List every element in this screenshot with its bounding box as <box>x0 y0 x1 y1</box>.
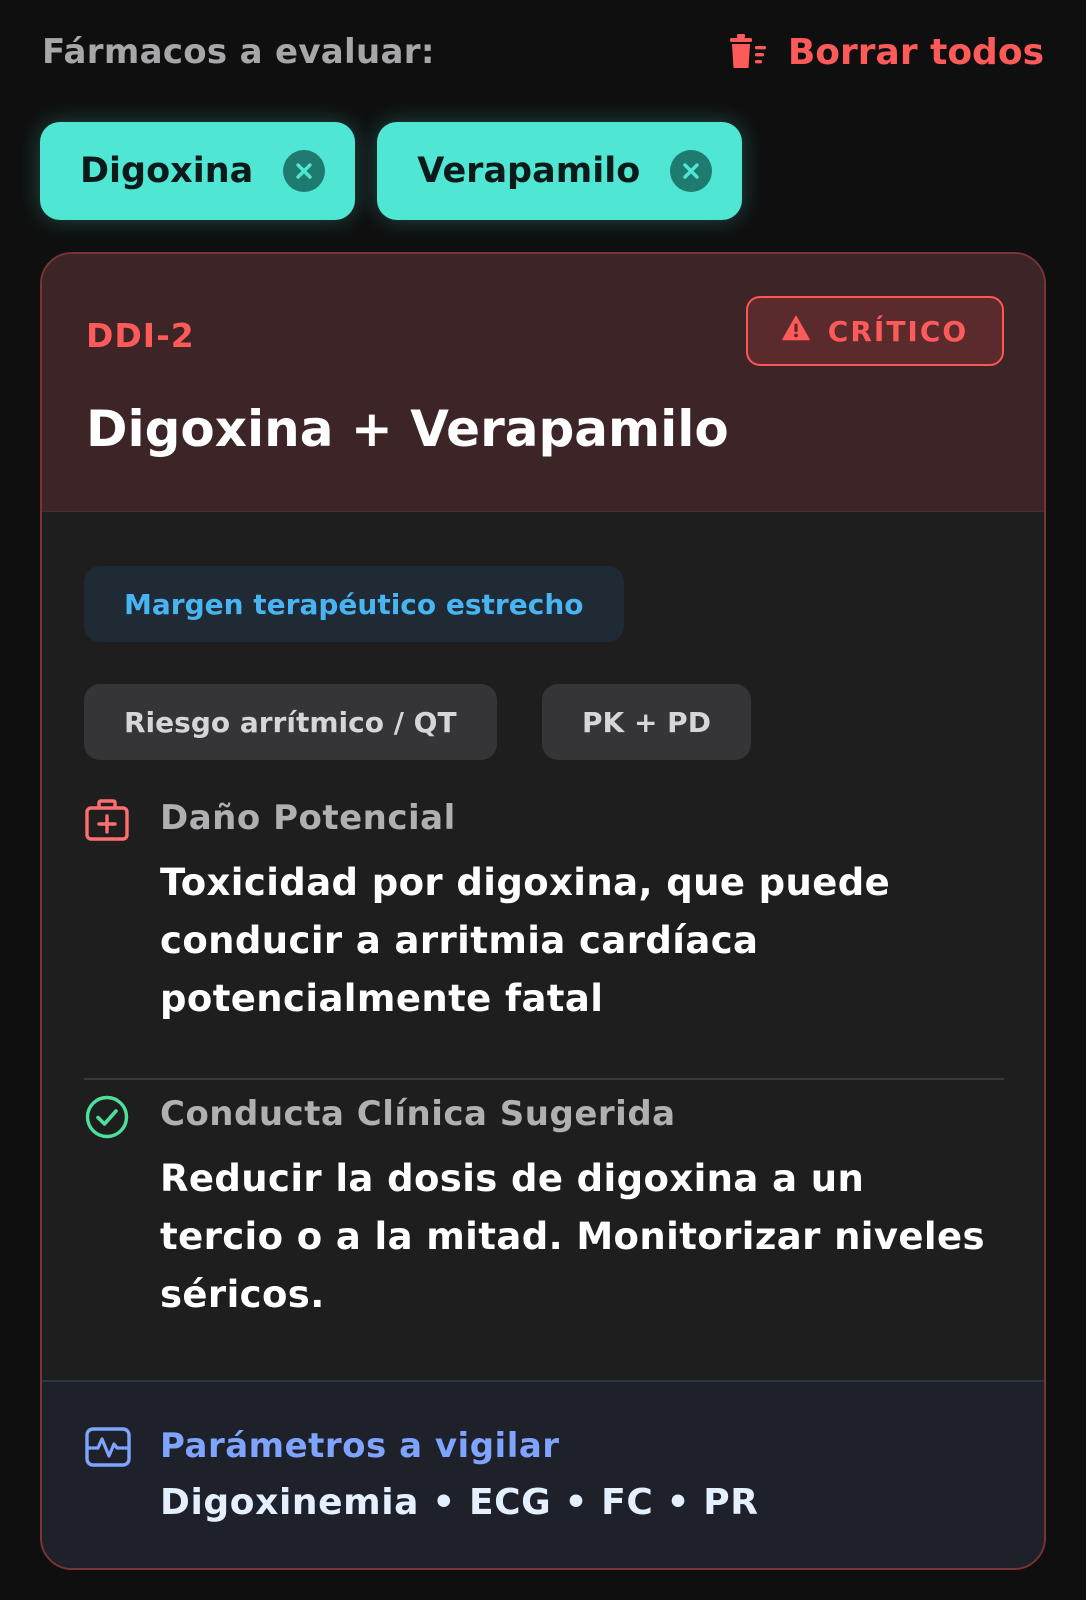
trash-icon <box>728 34 768 70</box>
potential-harm-section: Daño Potencial Toxicidad por digoxina, q… <box>84 798 1004 1038</box>
monitoring-section: Parámetros a vigilar Digoxinemia • ECG •… <box>42 1380 1044 1568</box>
check-circle-icon <box>84 1094 130 1144</box>
clear-all-button[interactable]: Borrar todos <box>728 32 1044 73</box>
tag-narrow-margin: Margen terapéutico estrecho <box>84 566 624 642</box>
potential-harm-text: Toxicidad por digoxina, que puede conduc… <box>160 861 891 1020</box>
tag-pk-pd: PK + PD <box>542 684 751 760</box>
suggested-action-text: Reducir la dosis de digoxina a un tercio… <box>160 1157 985 1316</box>
interaction-card: DDI-2 CRÍTICO Digoxina + Verapamilo Marg… <box>40 252 1046 1570</box>
drugs-header: Fármacos a evaluar: Borrar todos <box>42 28 1044 76</box>
selected-drugs: Digoxina Verapamilo <box>40 122 743 220</box>
potential-harm-label: Daño Potencial <box>160 798 456 838</box>
interaction-id: DDI-2 <box>86 316 195 355</box>
interaction-title: Digoxina + Verapamilo <box>86 400 729 458</box>
suggested-action-section: Conducta Clínica Sugerida Reducir la dos… <box>84 1094 1004 1334</box>
interaction-checker: Fármacos a evaluar: Borrar todos Digoxin… <box>0 0 1086 1600</box>
section-divider <box>84 1078 1004 1080</box>
monitoring-label: Parámetros a vigilar <box>160 1426 560 1466</box>
warning-triangle-icon <box>782 315 810 348</box>
drug-chip[interactable]: Digoxina <box>40 122 356 220</box>
interaction-card-body: Margen terapéutico estrecho Riesgo arrít… <box>42 512 1044 1382</box>
tag-arrhythmic-risk: Riesgo arrítmico / QT <box>84 684 497 760</box>
medical-kit-icon <box>84 798 130 846</box>
section-title: Fármacos a evaluar: <box>42 32 435 72</box>
drug-chip-label: Digoxina <box>80 151 254 191</box>
drug-chip[interactable]: Verapamilo <box>377 122 743 220</box>
clear-all-label: Borrar todos <box>787 31 1044 73</box>
suggested-action-label: Conducta Clínica Sugerida <box>160 1094 676 1134</box>
interaction-card-header: DDI-2 CRÍTICO Digoxina + Verapamilo <box>42 254 1044 512</box>
drug-chip-label: Verapamilo <box>417 151 641 191</box>
close-circle-icon[interactable] <box>670 150 713 192</box>
pulse-monitor-icon <box>84 1426 132 1472</box>
monitoring-parameters: Digoxinemia • ECG • FC • PR <box>160 1482 759 1523</box>
severity-badge: CRÍTICO <box>746 296 1004 366</box>
severity-label: CRÍTICO <box>827 314 969 348</box>
close-circle-icon[interactable] <box>283 150 326 192</box>
